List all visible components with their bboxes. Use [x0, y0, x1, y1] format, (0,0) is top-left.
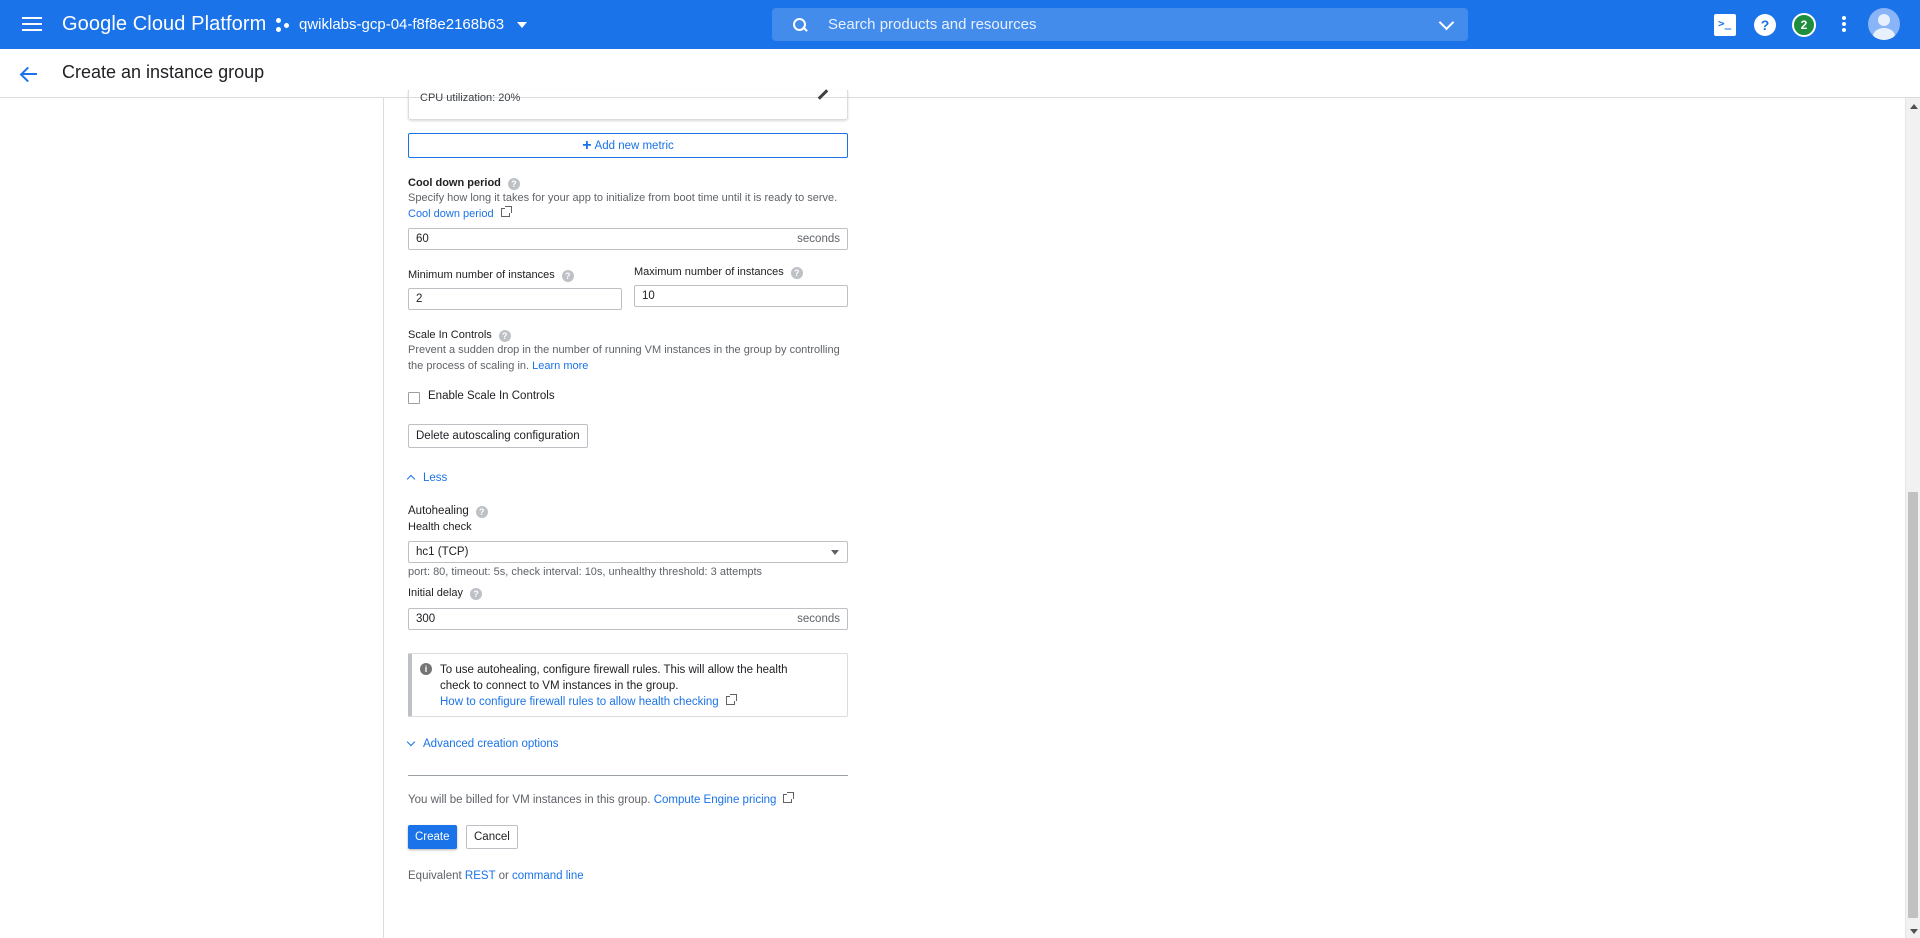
external-link-icon — [725, 694, 737, 705]
max-instances-label: Maximum number of instances — [634, 266, 784, 278]
help-icon[interactable]: ? — [790, 267, 803, 279]
scale-in-checkbox[interactable] — [408, 392, 420, 404]
external-link-icon — [783, 792, 795, 803]
firewall-info-text: To use autohealing, configure firewall r… — [440, 662, 820, 710]
initial-delay-label: Initial delay — [408, 587, 464, 599]
add-metric-label: Add new metric — [594, 140, 674, 152]
scale-in-description-block: Prevent a sudden drop in the number of r… — [408, 342, 848, 374]
equivalent-prefix: Equivalent — [408, 870, 462, 882]
project-selector[interactable]: qwiklabs-gcp-04-f8f8e2168b63 — [276, 16, 528, 33]
page-title: Create an instance group — [62, 62, 265, 82]
plus-icon: + — [582, 137, 592, 154]
help-icon[interactable]: ? — [470, 588, 483, 600]
vertical-scrollbar[interactable] — [1905, 98, 1920, 938]
learn-more-link[interactable]: Learn more — [532, 360, 588, 372]
hamburger-menu-icon[interactable] — [20, 13, 44, 37]
cancel-button[interactable]: Cancel — [466, 825, 518, 849]
cooldown-link-row: Cool down period — [408, 206, 512, 222]
max-instances-header: Maximum number of instances? — [634, 266, 803, 279]
advanced-options-toggle[interactable]: Advanced creation options — [406, 737, 559, 750]
help-icon[interactable]: ? — [561, 270, 574, 282]
back-arrow-icon[interactable] — [18, 63, 40, 85]
scroll-down-arrow-icon[interactable] — [1910, 929, 1918, 934]
max-instances-input[interactable]: 10 — [634, 285, 848, 307]
scale-in-label: Scale In Controls — [408, 329, 492, 341]
chevron-down-icon — [406, 737, 416, 747]
info-icon: i — [420, 663, 432, 675]
rest-link[interactable]: REST — [465, 870, 495, 882]
billing-note: You will be billed for VM instances in t… — [408, 792, 795, 808]
equivalent-row: Equivalent REST or command line — [408, 868, 584, 884]
external-link-icon — [500, 206, 512, 217]
max-instances-value: 10 — [642, 290, 655, 302]
expand-search-icon[interactable] — [1428, 8, 1468, 41]
initial-delay-input[interactable]: 300 seconds — [408, 608, 848, 630]
initial-delay-unit: seconds — [797, 613, 840, 625]
chevron-down-icon — [517, 21, 528, 28]
top-app-bar: Google Cloud Platform qwiklabs-gcp-04-f8… — [0, 0, 1920, 49]
more-options-icon[interactable] — [1834, 14, 1854, 36]
cooldown-value: 60 — [416, 233, 429, 245]
search-icon[interactable] — [772, 8, 812, 41]
brand-title[interactable]: Google Cloud Platform — [62, 13, 266, 36]
metric-card[interactable]: CPU utilization: 20% — [408, 89, 848, 120]
cooldown-unit: seconds — [797, 233, 840, 245]
cooldown-section: Cool down period? — [408, 177, 520, 190]
cooldown-link[interactable]: Cool down period — [408, 208, 494, 220]
notifications-badge[interactable]: 2 — [1792, 13, 1816, 37]
cloud-shell-icon[interactable] — [1714, 14, 1736, 36]
firewall-info-box: i To use autohealing, configure firewall… — [408, 653, 848, 717]
scale-in-description: Prevent a sudden drop in the number of r… — [408, 344, 840, 372]
help-icon[interactable]: ? — [475, 506, 488, 518]
cooldown-description: Specify how long it takes for your app t… — [408, 192, 838, 204]
pencil-icon[interactable] — [817, 89, 829, 100]
page-header: Create an instance group — [0, 49, 1920, 98]
equivalent-or: or — [498, 870, 509, 882]
health-check-value: hc1 (TCP) — [416, 546, 469, 558]
health-check-details: port: 80, timeout: 5s, check interval: 1… — [408, 566, 763, 578]
chevron-up-icon — [406, 474, 416, 484]
info-message: To use autohealing, configure firewall r… — [440, 664, 788, 692]
firewall-rules-link[interactable]: How to configure firewall rules to allow… — [440, 696, 719, 708]
project-icon — [276, 17, 292, 33]
less-label: Less — [423, 472, 448, 484]
divider — [408, 775, 848, 776]
search-bar[interactable] — [772, 8, 1468, 41]
compute-pricing-link[interactable]: Compute Engine pricing — [654, 794, 777, 806]
scale-in-checkbox-label[interactable]: Enable Scale In Controls — [428, 390, 555, 402]
project-name: qwiklabs-gcp-04-f8f8e2168b63 — [299, 16, 505, 33]
initial-delay-header: Initial delay? — [408, 587, 483, 600]
autohealing-header: Autohealing? — [408, 505, 488, 518]
help-icon[interactable]: ? — [1754, 14, 1776, 36]
advanced-options-label: Advanced creation options — [423, 738, 559, 750]
add-metric-button[interactable]: + Add new metric — [408, 133, 848, 158]
billing-text: You will be billed for VM instances in t… — [408, 794, 651, 806]
scroll-up-arrow-icon[interactable] — [1910, 104, 1918, 109]
min-instances-header: Minimum number of instances? — [408, 269, 574, 282]
less-toggle[interactable]: Less — [406, 472, 448, 484]
help-icon[interactable]: ? — [498, 330, 511, 342]
min-instances-label: Minimum number of instances — [408, 269, 555, 281]
metric-label: CPU utilization: 20% — [420, 92, 521, 104]
account-avatar[interactable] — [1868, 8, 1900, 40]
min-instances-input[interactable]: 2 — [408, 288, 622, 310]
create-button[interactable]: Create — [408, 825, 457, 849]
dropdown-arrow-icon — [831, 550, 839, 555]
delete-autoscaling-button[interactable]: Delete autoscaling configuration — [408, 424, 588, 448]
cooldown-label: Cool down period — [408, 177, 501, 189]
initial-delay-value: 300 — [416, 613, 436, 625]
help-icon[interactable]: ? — [507, 178, 520, 190]
autohealing-title: Autohealing — [408, 505, 469, 517]
scale-in-header: Scale In Controls? — [408, 329, 511, 342]
search-input[interactable] — [812, 8, 1428, 41]
left-panel-divider — [383, 98, 384, 938]
command-line-link[interactable]: command line — [512, 870, 584, 882]
cooldown-input[interactable]: 60 seconds — [408, 228, 848, 250]
min-instances-value: 2 — [416, 293, 423, 305]
health-check-label: Health check — [408, 521, 472, 533]
scroll-thumb[interactable] — [1908, 492, 1918, 918]
health-check-select[interactable]: hc1 (TCP) — [408, 541, 848, 563]
